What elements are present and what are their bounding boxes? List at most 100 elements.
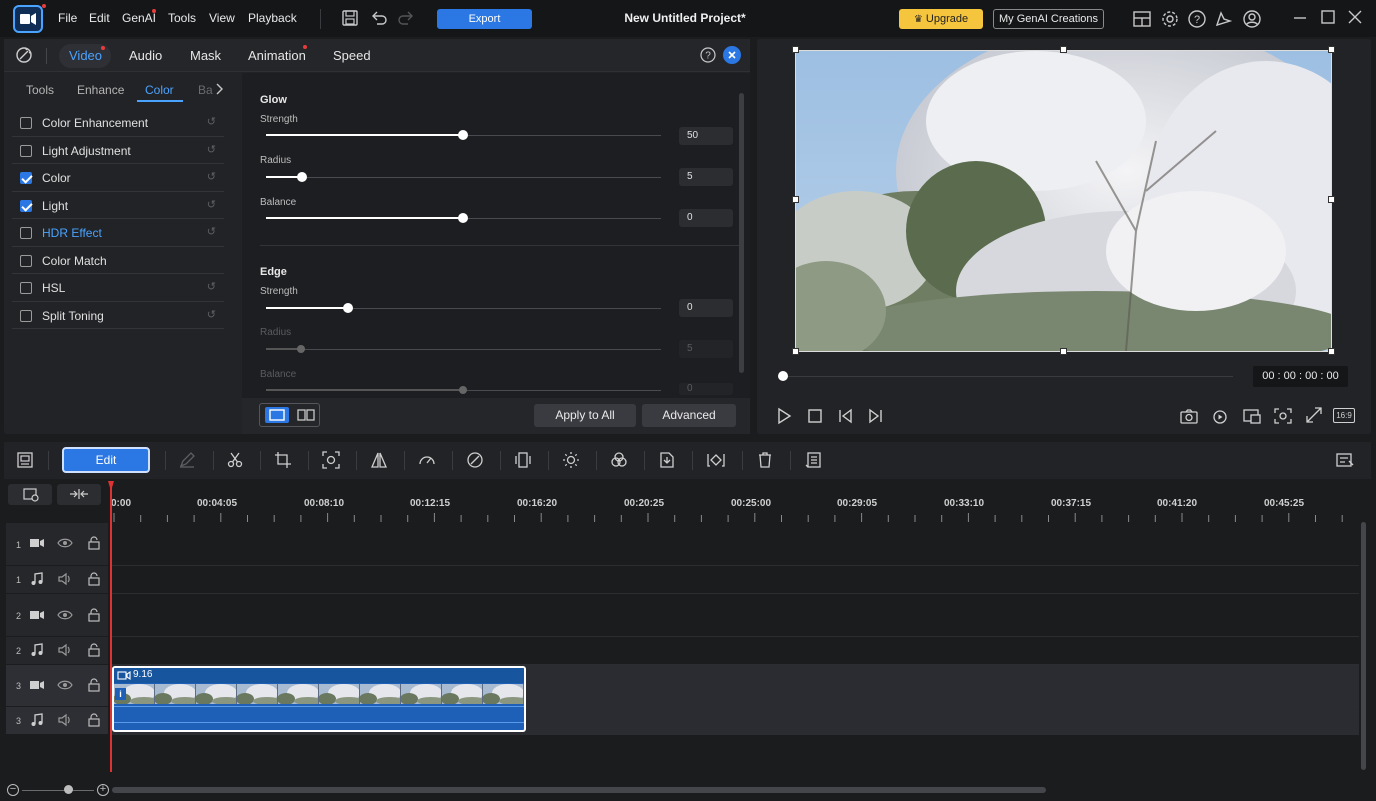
checkbox[interactable] — [20, 254, 32, 267]
track-lane-audio-1[interactable] — [112, 566, 1359, 594]
checkbox[interactable] — [20, 227, 32, 239]
resize-handle[interactable] — [1328, 196, 1335, 203]
lock-icon[interactable] — [87, 678, 101, 692]
reset-icon[interactable]: ↺ — [207, 198, 216, 211]
aspect-ratio-button[interactable]: 16:9 — [1333, 408, 1355, 423]
speed-icon[interactable] — [418, 451, 436, 469]
close-panel-icon[interactable] — [723, 46, 741, 64]
eye-icon[interactable] — [57, 609, 73, 621]
track-lane-video-2[interactable] — [112, 594, 1359, 637]
reset-icon[interactable]: ↺ — [207, 225, 216, 238]
magic-tools-icon[interactable] — [466, 451, 484, 469]
timeline-horizontal-scrollbar[interactable] — [112, 787, 1046, 793]
slider-knob[interactable] — [343, 303, 353, 313]
effect-split-toning[interactable]: Split Toning ↺ — [12, 302, 224, 329]
fullscreen-icon[interactable] — [1304, 407, 1324, 425]
save-icon[interactable] — [341, 9, 361, 29]
zoom-out-icon[interactable]: − — [7, 784, 19, 796]
checkbox-checked[interactable] — [20, 172, 32, 184]
menu-file[interactable]: File — [58, 11, 77, 25]
redo-icon[interactable] — [397, 9, 417, 29]
effect-light[interactable]: Light ↺ — [12, 192, 224, 219]
tab-speed[interactable]: Speed — [333, 48, 371, 63]
zoom-slider[interactable] — [22, 790, 94, 791]
menu-edit[interactable]: Edit — [89, 11, 110, 25]
speaker-icon[interactable] — [57, 713, 73, 727]
track-lane-video-1[interactable] — [112, 523, 1359, 566]
edge-strength-value[interactable]: 0 — [679, 299, 733, 317]
edit-button[interactable]: Edit — [62, 447, 150, 473]
flip-icon[interactable] — [370, 451, 388, 469]
scrubber-knob[interactable] — [778, 371, 788, 381]
resize-handle[interactable] — [792, 348, 799, 355]
trash-icon[interactable] — [756, 451, 774, 469]
playhead-marker[interactable] — [108, 481, 114, 491]
apply-to-all-button[interactable]: Apply to All — [534, 404, 636, 427]
fit-timeline-button[interactable] — [57, 484, 101, 505]
undo-icon[interactable] — [370, 9, 390, 29]
slider-knob[interactable] — [458, 130, 468, 140]
checkbox[interactable] — [20, 282, 32, 294]
checkbox[interactable] — [20, 144, 32, 157]
lock-icon[interactable] — [87, 608, 101, 622]
brightness-icon[interactable] — [562, 451, 580, 469]
my-genai-creations-button[interactable]: My GenAI Creations — [993, 9, 1104, 29]
export-frame-icon[interactable] — [658, 451, 676, 469]
effect-light-adjustment[interactable]: Light Adjustment ↺ — [12, 137, 224, 164]
info-icon[interactable]: i — [115, 688, 126, 700]
play-icon[interactable] — [775, 407, 793, 425]
menu-genai[interactable]: GenAI — [122, 11, 156, 25]
effect-color-match[interactable]: Color Match — [12, 247, 224, 274]
chevron-right-icon[interactable] — [214, 83, 224, 95]
track-manager-button[interactable] — [8, 484, 52, 505]
stop-icon[interactable] — [806, 407, 824, 425]
reset-icon[interactable]: ↺ — [207, 280, 216, 293]
feedback-icon[interactable] — [1214, 9, 1234, 29]
lock-icon[interactable] — [87, 572, 101, 586]
subtitle-icon[interactable] — [804, 451, 822, 469]
reset-icon[interactable]: ↺ — [207, 143, 216, 156]
upgrade-button[interactable]: ♛ Upgrade — [899, 9, 983, 29]
crop-icon[interactable] — [274, 451, 292, 469]
reset-icon[interactable]: ↺ — [207, 308, 216, 321]
tab-audio[interactable]: Audio — [129, 48, 162, 63]
media-room-icon[interactable] — [16, 451, 34, 469]
layout-icon[interactable] — [1132, 9, 1152, 29]
eye-icon[interactable] — [57, 537, 73, 549]
slider-knob[interactable] — [297, 172, 307, 182]
single-view-icon[interactable] — [265, 407, 289, 423]
effect-color[interactable]: Color ↺ — [12, 164, 224, 192]
resize-handle[interactable] — [1328, 46, 1335, 53]
keyframe-icon[interactable] — [706, 451, 726, 469]
preview-scrubber[interactable] — [783, 376, 1233, 377]
menu-playback[interactable]: Playback — [248, 11, 297, 25]
scrollbar[interactable] — [739, 93, 744, 373]
ai-crop-icon[interactable] — [322, 451, 340, 469]
ai-magic-icon[interactable] — [14, 45, 34, 65]
effect-hsl[interactable]: HSL ↺ — [12, 274, 224, 302]
subtab-color[interactable]: Color — [145, 83, 174, 97]
split-view-icon[interactable] — [295, 407, 317, 423]
track-lane-audio-2[interactable] — [112, 637, 1359, 665]
resize-handle[interactable] — [1060, 46, 1067, 53]
snapshot-icon[interactable] — [1179, 407, 1199, 425]
gear-icon[interactable] — [1160, 9, 1180, 29]
advanced-button[interactable]: Advanced — [642, 404, 736, 427]
minimize-icon[interactable] — [1292, 9, 1312, 29]
maximize-icon[interactable] — [1320, 9, 1340, 29]
display-icon[interactable] — [1242, 407, 1262, 425]
next-frame-icon[interactable] — [867, 407, 885, 425]
resize-handle[interactable] — [792, 46, 799, 53]
menu-tools[interactable]: Tools — [168, 11, 196, 25]
glow-balance-value[interactable]: 0 — [679, 209, 733, 227]
help-icon[interactable]: ? — [1187, 9, 1207, 29]
checkbox-checked[interactable] — [20, 199, 32, 212]
reset-icon[interactable]: ↺ — [207, 170, 216, 183]
lock-icon[interactable] — [87, 643, 101, 657]
preview-image[interactable] — [795, 50, 1332, 352]
glow-radius-slider[interactable] — [266, 172, 661, 182]
lock-icon[interactable] — [87, 713, 101, 727]
subtab-enhance[interactable]: Enhance — [77, 83, 124, 97]
timeline-vertical-scrollbar[interactable] — [1361, 522, 1366, 770]
reset-icon[interactable]: ↺ — [207, 115, 216, 128]
